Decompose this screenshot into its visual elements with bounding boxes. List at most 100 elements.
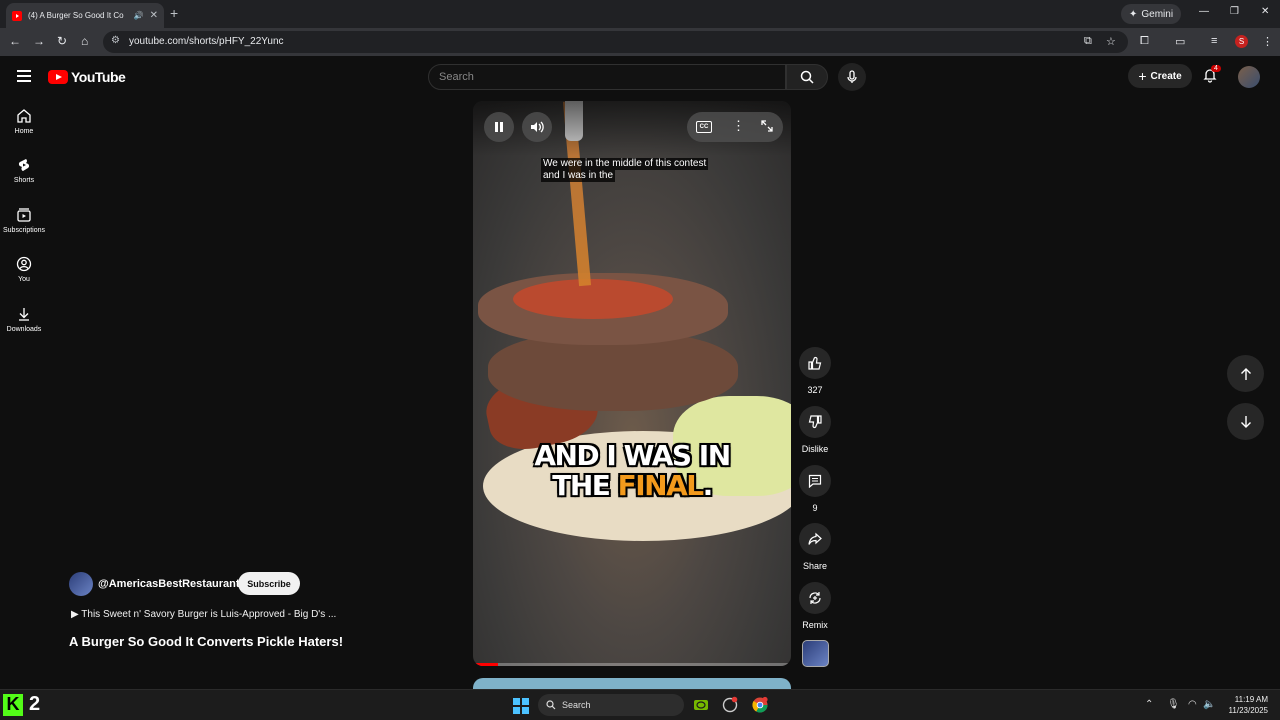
browser-tab-strip: (4) A Burger So Good It Co 🔊 ✕ + ✦ Gemin… — [0, 0, 1280, 28]
kick-count: 2 — [29, 693, 41, 715]
chrome-menu-icon[interactable]: ⋮ — [1262, 35, 1273, 48]
channel-thumbnail[interactable] — [802, 640, 829, 667]
install-app-icon[interactable]: ⧉ — [1084, 35, 1092, 48]
more-options-icon[interactable]: ⋮ — [732, 118, 745, 134]
sidebar-item-downloads[interactable]: Downloads — [0, 306, 48, 333]
home-icon — [17, 109, 31, 123]
clock-time: 11:19 AM — [1234, 695, 1268, 704]
channel-handle[interactable]: @AmericasBestRestaurants — [98, 578, 246, 590]
share-button[interactable]: Share — [799, 523, 831, 571]
search-input[interactable]: Search — [428, 64, 786, 90]
home-browser-icon[interactable]: ⌂ — [81, 34, 88, 48]
address-bar[interactable]: ⚙ youtube.com/shorts/pHFY_22Yunc — [103, 31, 1128, 53]
sidebar-label-shorts: Shorts — [13, 177, 35, 184]
thumbs-down-icon — [808, 415, 822, 429]
chrome-taskbar-icon[interactable] — [751, 696, 769, 714]
tab-close-icon[interactable]: ✕ — [150, 10, 158, 21]
pause-icon — [495, 122, 503, 132]
shorts-icon — [18, 159, 30, 171]
kick-widget[interactable]: K 2 — [3, 693, 40, 716]
new-tab-button[interactable]: + — [170, 5, 178, 21]
youtube-logo-text: YouTube — [71, 69, 126, 85]
volume-button[interactable] — [522, 112, 552, 142]
sidebar-item-you[interactable]: You — [0, 256, 48, 283]
video-progress-bar[interactable] — [473, 663, 791, 666]
windows-start-icon[interactable] — [513, 698, 529, 714]
sidebar-label-subscriptions: Subscriptions — [2, 227, 46, 234]
dislike-label: Dislike — [801, 444, 829, 454]
account-avatar[interactable] — [1238, 66, 1260, 88]
taskbar-search[interactable]: Search — [538, 694, 684, 716]
pause-button[interactable] — [484, 112, 514, 142]
previous-short-button[interactable] — [1227, 355, 1264, 392]
closed-caption-text: We were in the middle of this contest an… — [541, 158, 709, 182]
comment-icon — [808, 474, 822, 488]
tab-audio-icon[interactable]: 🔊 — [134, 11, 144, 20]
create-label: Create — [1150, 70, 1182, 82]
remix-button[interactable]: Remix — [799, 582, 831, 630]
gemini-button[interactable]: ✦ Gemini — [1121, 4, 1182, 24]
subscriptions-icon — [17, 208, 31, 222]
tab-search-icon[interactable]: ▭ — [1175, 35, 1185, 48]
fullscreen-icon[interactable] — [760, 119, 774, 138]
notification-badge: 4 — [1211, 65, 1221, 72]
site-info-icon[interactable]: ⚙ — [111, 35, 120, 46]
nvidia-app-icon[interactable] — [692, 696, 710, 714]
forward-icon[interactable]: → — [33, 34, 45, 48]
close-window-icon[interactable]: ✕ — [1261, 6, 1269, 17]
next-short-button[interactable] — [1227, 403, 1264, 440]
video-title: A Burger So Good It Converts Pickle Hate… — [69, 634, 344, 649]
arrow-down-icon — [1240, 415, 1251, 428]
reload-icon[interactable]: ↻ — [57, 34, 67, 48]
system-clock[interactable]: 11:19 AM 11/23/2025 — [1222, 694, 1268, 716]
remix-label: Remix — [802, 620, 828, 630]
sidebar-item-subscriptions[interactable]: Subscriptions — [0, 207, 48, 234]
sidebar-label-you: You — [18, 276, 30, 283]
shorts-video-player[interactable]: CC ⋮ We were in the middle of this conte… — [473, 101, 791, 666]
back-icon[interactable]: ← — [9, 34, 21, 48]
extensions-icon[interactable]: ⧠ — [1140, 35, 1149, 48]
related-video-link[interactable]: ▶ This Sweet n' Savory Burger is Luis-Ap… — [71, 609, 336, 620]
wifi-icon[interactable]: ◠ — [1188, 699, 1197, 710]
clock-date: 11/23/2025 — [1228, 706, 1268, 715]
overlay-word-the: THE — [552, 469, 618, 502]
restore-icon[interactable]: ❐ — [1230, 6, 1239, 17]
video-progress-fill — [473, 663, 499, 666]
app-icon[interactable] — [721, 696, 739, 714]
overlay-line-1: AND I WAS IN — [534, 439, 731, 472]
reading-list-icon[interactable]: ≡ — [1211, 35, 1217, 47]
share-label: Share — [802, 561, 828, 571]
closed-captions-icon[interactable]: CC — [696, 121, 712, 133]
hamburger-menu-icon[interactable] — [17, 70, 31, 85]
bookmark-star-icon[interactable]: ☆ — [1106, 35, 1116, 48]
tab-title: (4) A Burger So Good It Co — [28, 11, 124, 20]
share-icon — [808, 532, 822, 545]
channel-avatar[interactable] — [69, 572, 93, 596]
download-icon — [19, 308, 29, 321]
tray-microphone-icon[interactable]: 🎙 — [1167, 699, 1180, 710]
browser-tab[interactable]: (4) A Burger So Good It Co 🔊 ✕ — [6, 3, 164, 28]
voice-search-button[interactable] — [838, 63, 866, 91]
overlay-line-2: THE FINAL. — [473, 471, 791, 501]
tray-overflow-icon[interactable]: ⌃ — [1145, 699, 1153, 710]
sidebar-item-home[interactable]: Home — [0, 108, 48, 135]
search-button[interactable] — [786, 64, 828, 90]
caption-line-1: We were in the middle of this contest — [541, 158, 709, 170]
dislike-button[interactable]: Dislike — [799, 406, 831, 454]
subscribe-button[interactable]: Subscribe — [238, 572, 300, 595]
volume-icon — [531, 121, 544, 133]
create-button[interactable]: + Create — [1128, 64, 1192, 88]
taskbar-search-label: Search — [562, 700, 591, 710]
comments-button[interactable]: 9 — [799, 465, 831, 513]
notifications-button[interactable]: 4 — [1202, 65, 1221, 88]
sidebar-item-shorts[interactable]: Shorts — [0, 157, 48, 184]
speaker-icon[interactable]: 🔈 — [1203, 699, 1215, 710]
video-sauce-shape — [513, 279, 673, 319]
like-button[interactable]: 327 — [799, 347, 831, 395]
url-text: youtube.com/shorts/pHFY_22Yunc — [129, 36, 284, 47]
youtube-logo[interactable]: YouTube — [48, 69, 126, 85]
youtube-play-icon — [48, 70, 68, 84]
sidebar-label-home: Home — [14, 128, 34, 135]
minimize-icon[interactable]: — — [1199, 6, 1209, 17]
profile-avatar[interactable]: S — [1235, 35, 1248, 48]
